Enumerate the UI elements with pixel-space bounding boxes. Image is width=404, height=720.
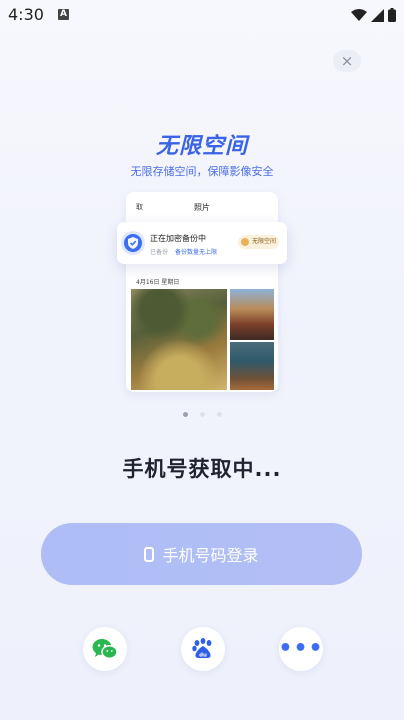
wifi-icon — [351, 8, 367, 21]
carousel-pagination — [0, 412, 404, 417]
signal-icon — [371, 8, 384, 22]
status-time: 4:30 — [8, 5, 44, 24]
preview-date: 4月16日 星期日 — [136, 279, 180, 286]
phone-fetching-status: 手机号获取中... — [122, 457, 282, 481]
preview-header: 取 照片 — [126, 192, 278, 224]
photo-cliff-image — [131, 289, 227, 390]
pagination-dot[interactable] — [216, 412, 222, 417]
phone-login-button[interactable]: 手机号码登录 — [41, 523, 362, 585]
backup-subtitle: 已备份 — [150, 249, 169, 256]
pagination-dot[interactable] — [199, 412, 205, 417]
svg-text:du: du — [199, 653, 207, 659]
backup-status-card: 正在加密备份中 已备份 备份数量无上限 无限空间 — [117, 222, 287, 264]
battery-icon — [388, 8, 396, 22]
photo-pagoda-image — [230, 289, 274, 340]
backup-limit-text: 备份数量无上限 — [175, 249, 218, 256]
status-bar: 4:30 A — [0, 0, 404, 32]
more-login-options-button[interactable]: ••• — [278, 627, 323, 671]
unlimited-badge: 无限空间 — [238, 235, 279, 249]
photo-street-image — [230, 342, 274, 390]
baidu-icon: du — [192, 638, 212, 659]
backup-title: 正在加密备份中 — [150, 234, 206, 243]
badge-icon — [241, 238, 249, 246]
badge-label: 无限空间 — [252, 238, 277, 245]
pagination-dot[interactable] — [182, 412, 188, 417]
hero-title: 无限空间 — [155, 134, 248, 159]
shield-icon — [124, 234, 142, 252]
wechat-login-button[interactable] — [83, 627, 127, 671]
preview-header-title: 照片 — [194, 203, 210, 212]
status-indicators — [351, 8, 396, 22]
phone-icon — [144, 546, 155, 562]
hero-subtitle: 无限存储空间，保障影像安全 — [130, 165, 274, 178]
close-button[interactable]: × — [333, 50, 361, 72]
wechat-icon — [92, 639, 118, 660]
phone-login-label: 手机号码登录 — [162, 546, 259, 565]
baidu-login-button[interactable]: du — [181, 627, 225, 671]
notification-icon: A — [58, 9, 69, 20]
